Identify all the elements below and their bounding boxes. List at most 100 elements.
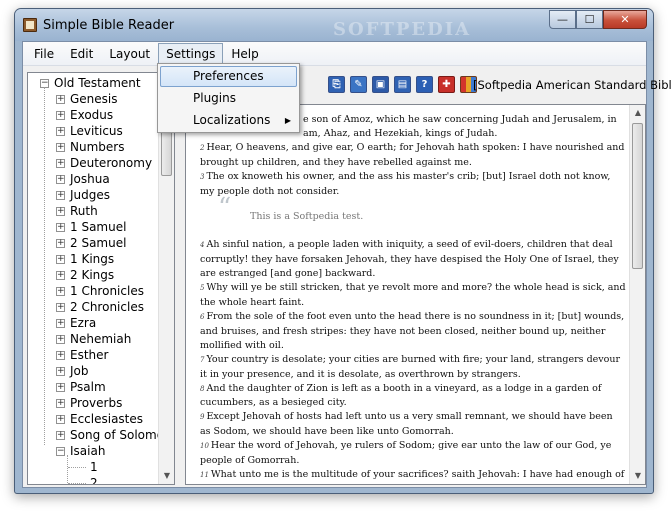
minimize-button[interactable]: — — [549, 10, 576, 29]
verse-number: 5 — [200, 284, 205, 293]
expand-icon[interactable]: + — [56, 335, 65, 344]
quote-icon: “ — [218, 193, 232, 224]
tree-item-label: Old Testament — [54, 76, 141, 90]
close-button[interactable]: ✕ — [603, 10, 647, 29]
scroll-up-icon[interactable]: ▲ — [630, 105, 645, 121]
verse-9: 9 Except Jehovah of hosts had left unto u… — [200, 410, 626, 439]
tree-item-label: Isaiah — [70, 444, 106, 458]
menu-settings[interactable]: Settings — [158, 42, 224, 65]
verse-number: 8 — [200, 384, 205, 393]
client-area: File Edit Layout Settings Help − Old Test… — [22, 41, 672, 488]
expand-icon[interactable]: + — [56, 383, 65, 392]
book-tree[interactable]: − Old Testament + Genesis + Exodus + Leviticus +… — [27, 72, 175, 485]
tree-guide-line — [44, 87, 45, 445]
title-bar[interactable]: Simple Bible Reader SOFTPEDIA — ☐ ✕ — [15, 9, 653, 41]
verse-text: From the sole of the foot even unto the … — [200, 310, 625, 351]
verse-3: 3 The ox knoweth his owner, and the ass h… — [200, 170, 626, 199]
window-controls: — ☐ ✕ — [549, 10, 647, 30]
expand-icon[interactable]: + — [56, 111, 65, 120]
scroll-down-icon[interactable]: ▼ — [159, 468, 174, 484]
tree-item-label: 2 — [90, 476, 98, 484]
verse-5: 5 Why will ye be still stricken, that ye … — [200, 281, 626, 310]
tree-guide-line — [67, 455, 68, 484]
tree-item-label: Numbers — [70, 140, 125, 154]
save-icon[interactable]: ▣ — [372, 76, 389, 93]
menu-file[interactable]: File — [26, 43, 62, 65]
tree-guide-line — [68, 483, 86, 484]
print-icon[interactable]: ▤ — [394, 76, 411, 93]
verse-number: 10 — [200, 442, 209, 451]
menu-item-plugins[interactable]: Plugins — [160, 88, 297, 109]
submenu-arrow-icon: ▶ — [284, 116, 291, 125]
maximize-button[interactable]: ☐ — [576, 10, 603, 29]
verse-8: 8 And the daughter of Zion is left as a b… — [200, 382, 626, 411]
menu-help[interactable]: Help — [223, 43, 266, 65]
expand-icon[interactable]: + — [56, 207, 65, 216]
reading-pane[interactable]: e son of Amoz, which he saw concerning J… — [185, 104, 646, 485]
help-icon[interactable]: ? — [416, 76, 433, 93]
tree-guide-line — [68, 467, 86, 468]
tree-content: − Old Testament + Genesis + Exodus + Leviticus +… — [28, 73, 159, 484]
expand-icon[interactable]: + — [56, 143, 65, 152]
verse-text: Your country is desolate; your cities ar… — [200, 353, 621, 380]
quote-text: This is a Softpedia test. — [250, 211, 364, 223]
verse-text: Ah sinful nation, a people laden with in… — [200, 239, 619, 280]
copy-icon[interactable]: ⎘ — [328, 76, 345, 93]
expand-icon[interactable]: + — [56, 95, 65, 104]
menu-edit[interactable]: Edit — [62, 43, 101, 65]
scroll-down-icon[interactable]: ▼ — [630, 468, 645, 484]
quote-block: “ This is a Softpedia test. — [218, 196, 626, 230]
reader-scroll-thumb[interactable] — [632, 123, 643, 269]
expand-icon[interactable]: + — [56, 175, 65, 184]
tree-item-label: Genesis — [70, 92, 118, 106]
menu-layout[interactable]: Layout — [101, 43, 158, 65]
verse-4: 4 Ah sinful nation, a people laden with i… — [200, 238, 626, 281]
expand-icon[interactable]: + — [56, 399, 65, 408]
expand-icon[interactable]: + — [56, 127, 65, 136]
expand-icon[interactable]: + — [56, 431, 65, 440]
verse-11: 11 What unto me is the multitude of your … — [200, 468, 626, 484]
verse-number: 2 — [200, 143, 205, 152]
verse-text: The ox knoweth his owner, and the ass hi… — [200, 170, 611, 197]
expand-icon[interactable]: + — [56, 191, 65, 200]
verse-text: And the daughter of Zion is left as a bo… — [200, 382, 602, 409]
tree-item-label: Esther — [70, 348, 109, 362]
expand-icon[interactable]: + — [56, 271, 65, 280]
tree-item-label: Deuteronomy — [70, 156, 153, 170]
expand-icon[interactable]: + — [56, 223, 65, 232]
verse-7: 7 Your country is desolate; your cities a… — [200, 353, 626, 382]
collapse-icon[interactable]: − — [56, 447, 65, 456]
tree-item-label: Judges — [70, 188, 111, 202]
tree-item-label: 2 Samuel — [70, 236, 127, 250]
tree-scrollbar[interactable]: ▲ ▼ — [158, 73, 174, 484]
verse-number: 4 — [200, 241, 205, 250]
watermark: SOFTPEDIA — [333, 19, 472, 40]
verse-number: 11 — [200, 470, 209, 479]
expand-icon[interactable]: + — [56, 239, 65, 248]
tree-item-label: 1 Kings — [70, 252, 115, 266]
reader-scrollbar[interactable]: ▲ ▼ — [629, 105, 645, 484]
menu-item-localizations[interactable]: Localizations ▶ — [160, 110, 297, 131]
expand-icon[interactable]: + — [56, 303, 65, 312]
expand-icon[interactable]: + — [56, 351, 65, 360]
verse-number: 6 — [200, 312, 205, 321]
edit-icon[interactable]: ✎ — [350, 76, 367, 93]
tree-item-label: Ruth — [70, 204, 98, 218]
expand-icon[interactable]: + — [56, 287, 65, 296]
verse-number: 9 — [200, 413, 205, 422]
tree-item-label: Song of Solomon — [70, 428, 159, 442]
tree-item-label: 1 — [90, 460, 98, 474]
expand-icon[interactable]: + — [56, 415, 65, 424]
menu-item-preferences[interactable]: Preferences — [160, 66, 297, 87]
expand-icon[interactable]: + — [56, 319, 65, 328]
bookmark-icon[interactable]: ✚ — [438, 76, 455, 93]
expand-icon[interactable]: + — [56, 159, 65, 168]
expand-icon[interactable]: + — [56, 367, 65, 376]
tree-item-label: 2 Chronicles — [70, 300, 144, 314]
tree-item-label: Joshua — [70, 172, 110, 186]
expand-icon[interactable]: + — [56, 255, 65, 264]
tree-item-label: Ecclesiastes — [70, 412, 144, 426]
verse-text: Hear, O heavens, and give ear, O earth; … — [200, 141, 625, 168]
tree-item-label: Proverbs — [70, 396, 123, 410]
app-window: Simple Bible Reader SOFTPEDIA — ☐ ✕ File… — [14, 8, 672, 494]
